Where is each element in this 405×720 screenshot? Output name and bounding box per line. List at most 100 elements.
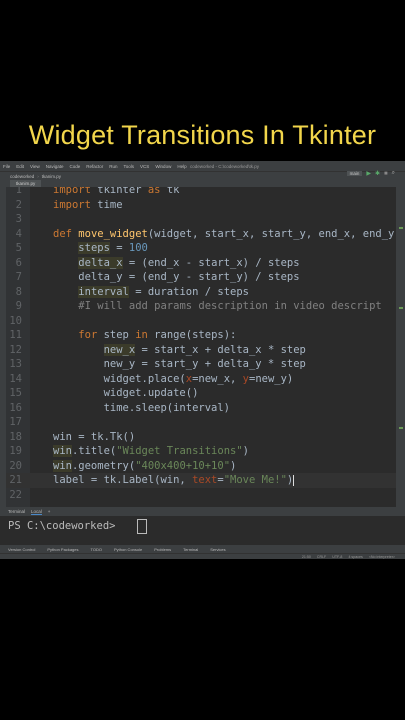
code-line[interactable]: 2 import time: [6, 198, 396, 213]
tool-window-todo[interactable]: TODO: [91, 547, 102, 552]
code-text: interval = duration / steps: [78, 285, 249, 298]
line-number: 18: [9, 430, 22, 443]
code-line[interactable]: 15 widget.update(): [6, 386, 396, 401]
run-config-select[interactable]: main: [346, 171, 363, 176]
menu-item-navigate[interactable]: Navigate: [46, 164, 64, 169]
code-line[interactable]: 6 delta_x = (end_x - start_x) / steps: [6, 256, 396, 271]
menu-bar: File Edit View Navigate Code Refactor Run Tools…: [0, 161, 405, 171]
code-text: label = tk.Label(win, text="Move Me!"): [53, 474, 295, 486]
code-text: delta_x = (end_x - start_x) / steps: [78, 256, 300, 269]
search-icon[interactable]: ⌕: [392, 170, 395, 177]
menu-item-refactor[interactable]: Refactor: [86, 164, 103, 169]
code-line[interactable]: 3: [6, 212, 396, 227]
line-number: 7: [15, 271, 22, 283]
code-line[interactable]: 8 interval = duration / steps: [6, 285, 396, 300]
code-line[interactable]: 20 win.geometry("400x400+10+10"): [6, 459, 396, 474]
line-number: 9: [15, 300, 22, 312]
status-item[interactable]: 4 spaces: [348, 555, 362, 559]
tool-window-terminal[interactable]: Terminal: [183, 547, 198, 552]
tool-window-python-console[interactable]: Python Console: [114, 547, 142, 552]
line-number: 14: [9, 372, 22, 385]
tool-window-services[interactable]: Services: [210, 547, 225, 552]
menu-item-code[interactable]: Code: [69, 164, 80, 169]
stop-icon[interactable]: ■: [384, 171, 388, 177]
status-item[interactable]: <No interpreter>: [369, 555, 395, 559]
terminal-tab-local[interactable]: Local: [31, 509, 42, 515]
code-text: time.sleep(interval): [53, 401, 231, 414]
code-text: import tkinter as tk: [53, 187, 180, 196]
line-number: 12: [9, 343, 22, 356]
run-controls: main ▶ ✱ ■ ⌕: [346, 170, 395, 177]
tab-label: tkanim.py: [16, 181, 36, 186]
line-number: 8: [15, 285, 22, 298]
code-line[interactable]: 17: [6, 415, 396, 430]
run-icon[interactable]: ▶: [366, 170, 371, 177]
line-number: 3: [15, 213, 22, 225]
status-item[interactable]: UTF-8: [332, 555, 342, 559]
status-item[interactable]: CRLF: [317, 555, 326, 559]
line-number: 16: [9, 401, 22, 414]
code-text: import time: [53, 198, 123, 211]
code-line[interactable]: 19 win.title("Widget Transitions"): [6, 444, 396, 459]
status-item[interactable]: 21:50: [302, 555, 311, 559]
code-line[interactable]: 22: [6, 488, 396, 503]
code-text: widget.place(x=new_x, y=new_y): [53, 372, 294, 385]
menu-item-tools[interactable]: Tools: [124, 164, 135, 169]
bottom-tool-windows: Version Control Python Packages TODO Python…: [0, 545, 405, 553]
line-number: 10: [9, 314, 22, 327]
tool-window-python-packages[interactable]: Python Packages: [47, 547, 78, 552]
code-line[interactable]: 7 delta_y = (end_y - start_y) / steps: [6, 270, 396, 285]
new-terminal-tab-button[interactable]: +: [48, 509, 51, 514]
terminal-panel[interactable]: PS C:\codeworked>: [0, 516, 405, 545]
line-number: 5: [15, 242, 22, 254]
menu-item-help[interactable]: Help: [177, 164, 186, 169]
terminal-tab-title[interactable]: Terminal: [8, 509, 25, 514]
code-line[interactable]: 14 widget.place(x=new_x, y=new_y): [6, 372, 396, 387]
line-number: 20: [9, 459, 22, 472]
menu-item-file[interactable]: File: [3, 164, 10, 169]
menu-item-run[interactable]: Run: [109, 164, 117, 169]
tool-window-version-control[interactable]: Version Control: [8, 547, 35, 552]
code-text: win.title("Widget Transitions"): [53, 445, 249, 457]
menu-item-window[interactable]: Window: [155, 164, 171, 169]
code-text: new_y = start_y + delta_y * step: [53, 358, 306, 370]
code-line[interactable]: 13 new_y = start_y + delta_y * step: [6, 357, 396, 372]
line-number: 22: [9, 488, 22, 501]
breadcrumb-file[interactable]: tkanim.py: [42, 174, 61, 179]
debug-icon[interactable]: ✱: [375, 170, 380, 177]
line-number: 21: [9, 474, 22, 486]
code-text: delta_y = (end_y - start_y) / steps: [53, 271, 300, 283]
line-number: 15: [9, 387, 22, 399]
line-number: 19: [9, 445, 22, 457]
code-line[interactable]: 9 #I will add params description in vide…: [6, 299, 396, 314]
code-line[interactable]: 11 for step in range(steps):: [6, 328, 396, 343]
menu-item-vcs[interactable]: VCS: [140, 164, 149, 169]
error-stripe[interactable]: [396, 187, 405, 507]
code-line[interactable]: 21 label = tk.Label(win, text="Move Me!"): [6, 473, 396, 488]
tool-window-problems[interactable]: Problems: [154, 547, 171, 552]
code-line[interactable]: 1 import tkinter as tk: [6, 187, 396, 198]
stripe-mark: [399, 227, 403, 229]
window-title: codeworked - C:\codeworked\tk.py: [190, 163, 260, 169]
code-line[interactable]: 10: [6, 314, 396, 329]
breadcrumb-project[interactable]: codeworked: [10, 174, 34, 179]
code-line[interactable]: 16 time.sleep(interval): [6, 401, 396, 416]
line-number: 13: [9, 358, 22, 370]
code-text: steps = 100: [78, 242, 148, 254]
code-editor[interactable]: 1 import tkinter as tk 2 import time 3 4 def m…: [6, 187, 396, 507]
status-bar: 21:50 CRLF UTF-8 4 spaces <No interpreter>: [0, 553, 405, 559]
menu-item-edit[interactable]: Edit: [16, 164, 24, 169]
line-number: 2: [15, 198, 22, 211]
line-number: 11: [9, 329, 22, 341]
code-line[interactable]: 5 steps = 100: [6, 241, 396, 256]
code-line[interactable]: 18 win = tk.Tk(): [6, 430, 396, 445]
terminal-tab-bar: Terminal Local +: [0, 507, 405, 516]
line-number: 17: [9, 416, 22, 428]
stripe-mark: [399, 427, 403, 429]
code-line[interactable]: 4 def move_widget(widget, start_x, start_…: [6, 227, 396, 242]
code-text: def move_widget(widget, start_x, start_y…: [53, 227, 395, 240]
code-text: #I will add params description in video …: [78, 300, 382, 312]
terminal-cursor: [137, 519, 147, 534]
code-line[interactable]: 12 new_x = start_x + delta_x * step: [6, 343, 396, 358]
menu-item-view[interactable]: View: [30, 164, 40, 169]
